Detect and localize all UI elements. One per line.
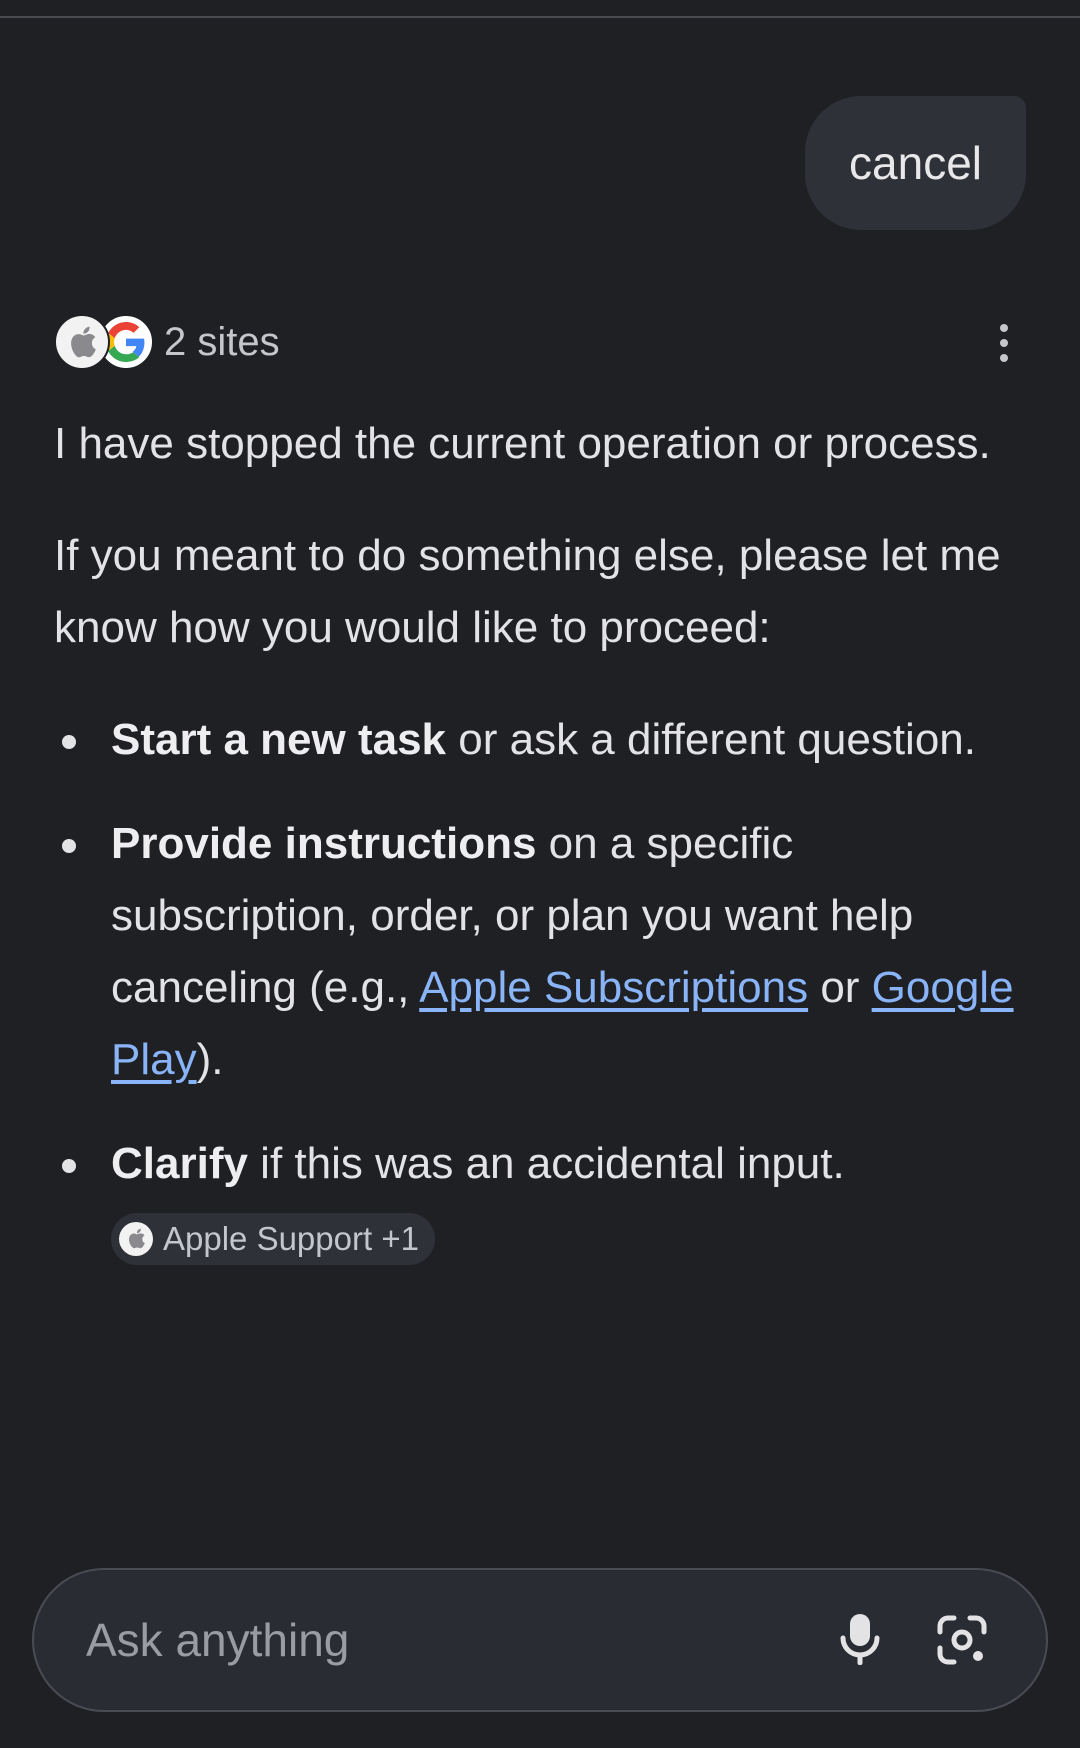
citation-chip-label: Apple Support +1: [163, 1219, 419, 1257]
ask-input-bar: [32, 1568, 1048, 1712]
sources-count-label: 2 sites: [164, 319, 280, 364]
source-favicons: [54, 314, 154, 370]
answer-paragraph: If you meant to do something else, pleas…: [54, 531, 1001, 652]
answer-bullet-list: Start a new task or ask a different ques…: [54, 704, 1034, 1272]
bullet-text: ).: [196, 1035, 224, 1084]
list-item: Start a new task or ask a different ques…: [54, 704, 1034, 776]
sources-button[interactable]: 2 sites: [54, 314, 280, 370]
answer-paragraph: I have stopped the current operation or …: [54, 419, 991, 468]
bullet-bold-text: Provide instructions: [111, 819, 537, 868]
camera-lens-icon[interactable]: [922, 1600, 1002, 1680]
list-item: Provide instructions on a specific subsc…: [54, 808, 1034, 1096]
user-message-text: cancel: [849, 137, 982, 189]
apple-icon: [119, 1221, 153, 1256]
bullet-text: or ask a different question.: [446, 715, 976, 764]
apple-icon: [54, 314, 110, 370]
bullet-text: if this was an accidental input.: [247, 1139, 845, 1188]
bullet-text: or: [808, 963, 872, 1012]
user-message-bubble: cancel: [805, 96, 1026, 230]
apple-subscriptions-link[interactable]: Apple Subscriptions: [419, 963, 808, 1012]
citation-chip[interactable]: Apple Support +1: [111, 1212, 435, 1265]
more-options-icon[interactable]: [986, 320, 1022, 366]
microphone-icon[interactable]: [820, 1600, 900, 1680]
answer-body: I have stopped the current operation or …: [54, 408, 1034, 1304]
bullet-bold-text: Clarify: [111, 1139, 248, 1188]
bullet-bold-text: Start a new task: [111, 715, 447, 764]
list-item: Clarify if this was an accidental input.…: [54, 1128, 1034, 1272]
top-divider: [0, 16, 1080, 18]
ask-input[interactable]: [34, 1612, 820, 1668]
